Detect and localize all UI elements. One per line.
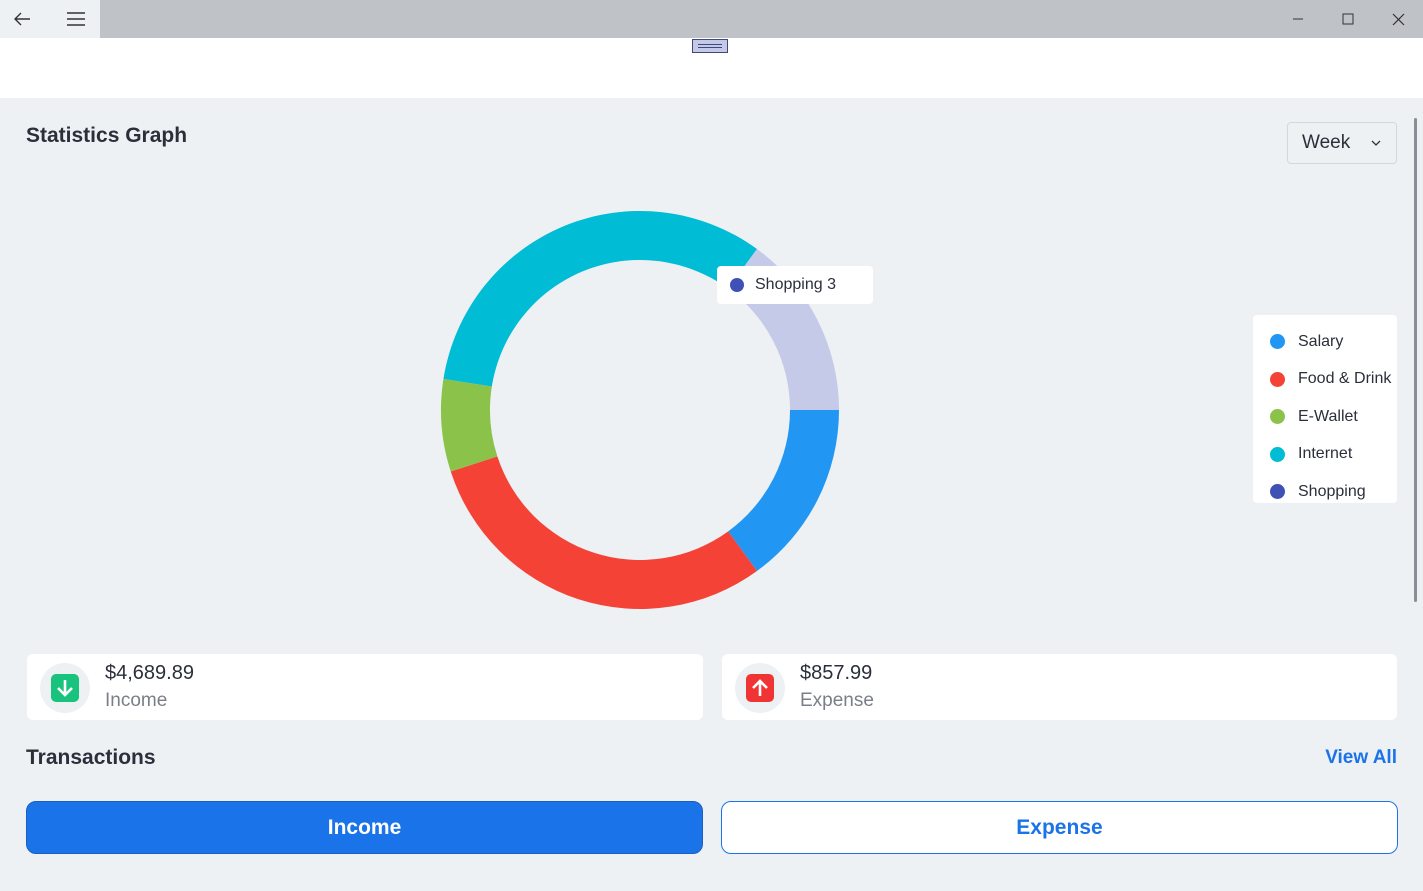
donut-slice-e-wallet[interactable] — [441, 378, 498, 472]
expense-summary-card: $857.99 Expense — [722, 654, 1397, 720]
hamburger-icon — [67, 12, 85, 26]
transactions-title: Transactions — [26, 746, 156, 769]
page-title: Statistics Graph — [26, 124, 188, 147]
income-amount: $4,689.89 — [105, 662, 194, 684]
chart-legend: Salary Food & Drink E-Wallet Internet Shoppi… — [1253, 315, 1397, 503]
income-label: Income — [105, 690, 168, 711]
expense-tab-button[interactable]: Expense — [721, 801, 1398, 854]
legend-color-dot — [1270, 409, 1285, 425]
legend-label: E-Wallet — [1298, 407, 1358, 425]
period-select[interactable]: Week — [1287, 122, 1397, 164]
legend-item[interactable]: Salary — [1253, 323, 1397, 361]
menu-button[interactable] — [54, 0, 98, 38]
close-button[interactable] — [1376, 0, 1420, 38]
vertical-scrollbar[interactable] — [1414, 118, 1417, 602]
legend-item[interactable]: Shopping — [1253, 473, 1397, 511]
chevron-down-icon — [1371, 140, 1381, 146]
income-summary-card: $4,689.89 Income — [27, 654, 703, 720]
tooltip-label: Shopping 3 — [755, 276, 836, 293]
expense-icon-circle — [735, 663, 785, 713]
back-arrow-icon — [14, 12, 30, 26]
legend-color-dot — [1270, 484, 1285, 500]
window-titlebar — [0, 0, 1423, 38]
expense-amount: $857.99 — [800, 662, 873, 684]
legend-label: Salary — [1298, 332, 1344, 350]
legend-item[interactable]: Food & Drink — [1253, 361, 1397, 399]
legend-label: Internet — [1298, 445, 1353, 463]
drag-handle[interactable] — [692, 39, 728, 53]
period-select-value: Week — [1302, 132, 1351, 153]
back-button[interactable] — [0, 0, 44, 38]
legend-color-dot — [1270, 334, 1285, 350]
expense-label: Expense — [800, 690, 874, 711]
arrow-down-icon — [51, 674, 79, 702]
donut-slice-salary[interactable] — [728, 410, 839, 571]
legend-label: Food & Drink — [1298, 370, 1392, 388]
legend-color-dot — [1270, 371, 1285, 387]
legend-item[interactable]: E-Wallet — [1253, 398, 1397, 436]
arrow-up-icon — [746, 674, 774, 702]
chart-tooltip: Shopping 3 — [717, 266, 873, 304]
legend-label: Shopping — [1298, 482, 1366, 500]
income-icon-circle — [40, 663, 90, 713]
donut-slice-food-drink[interactable] — [450, 456, 757, 609]
minimize-button[interactable] — [1276, 0, 1320, 38]
legend-color-dot — [1270, 446, 1285, 462]
legend-item[interactable]: Internet — [1253, 436, 1397, 474]
income-tab-button[interactable]: Income — [26, 801, 703, 854]
close-icon — [1392, 13, 1404, 25]
minimize-icon — [1293, 18, 1303, 20]
view-all-link[interactable]: View All — [1325, 747, 1397, 769]
donut-slice-internet[interactable] — [443, 210, 757, 387]
tooltip-color-dot — [730, 278, 744, 292]
maximize-icon — [1342, 13, 1354, 25]
maximize-button[interactable] — [1326, 0, 1370, 38]
